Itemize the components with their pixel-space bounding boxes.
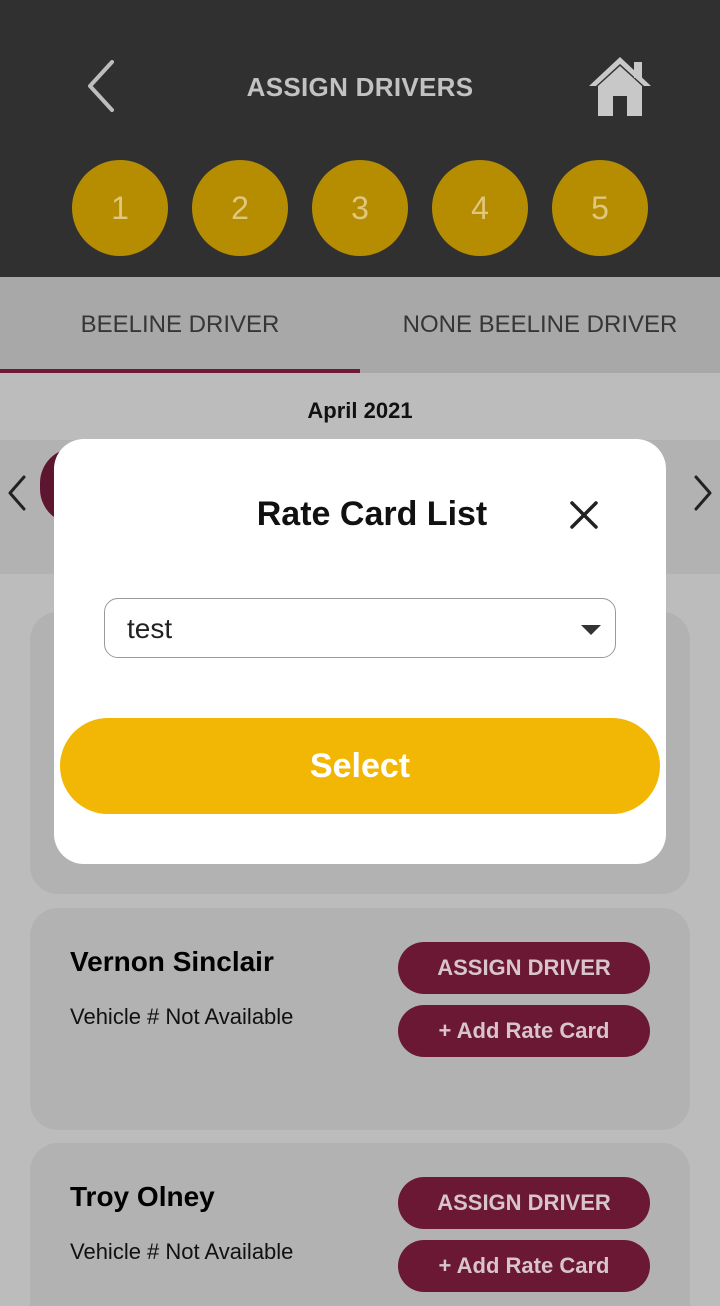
add-rate-card-button[interactable]: + Add Rate Card (398, 1005, 650, 1057)
vehicle-number: Vehicle # Not Available (70, 1239, 294, 1264)
month-label: April 2021 (307, 398, 413, 423)
step-indicator: 1 2 3 4 5 (72, 160, 672, 256)
tab-beeline-driver[interactable]: BEELINE DRIVER (0, 277, 360, 373)
home-icon[interactable] (586, 54, 654, 120)
driver-tabs: BEELINE DRIVER NONE BEELINE DRIVER (0, 277, 720, 373)
rate-card-dialog: Rate Card List test Select (54, 439, 666, 864)
rate-card-dropdown[interactable]: test (104, 598, 616, 658)
step-4[interactable]: 4 (432, 160, 528, 256)
select-button[interactable]: Select (60, 718, 660, 814)
vehicle-number: Vehicle # Not Available (70, 1004, 294, 1029)
chevron-right-icon[interactable] (686, 470, 718, 516)
selected-rate-card: test (127, 613, 173, 644)
active-tab-indicator (0, 369, 360, 373)
driver-name: Troy Olney (70, 1181, 215, 1212)
app-header: ASSIGN DRIVERS 1 2 3 4 5 (0, 0, 720, 277)
step-1[interactable]: 1 (72, 160, 168, 256)
tab-none-beeline-driver[interactable]: NONE BEELINE DRIVER (360, 277, 720, 373)
chevron-left-icon[interactable] (2, 470, 34, 516)
caret-down-icon (579, 623, 603, 637)
driver-name: Vernon Sinclair (70, 946, 274, 977)
close-icon[interactable] (564, 495, 604, 535)
assign-driver-button[interactable]: ASSIGN DRIVER (398, 1177, 650, 1229)
step-3[interactable]: 3 (312, 160, 408, 256)
step-2[interactable]: 2 (192, 160, 288, 256)
driver-card: Troy Olney Vehicle # Not Available ASSIG… (30, 1143, 690, 1306)
add-rate-card-button[interactable]: + Add Rate Card (398, 1240, 650, 1292)
step-5[interactable]: 5 (552, 160, 648, 256)
assign-driver-button[interactable]: ASSIGN DRIVER (398, 942, 650, 994)
driver-card: Vernon Sinclair Vehicle # Not Available … (30, 908, 690, 1130)
